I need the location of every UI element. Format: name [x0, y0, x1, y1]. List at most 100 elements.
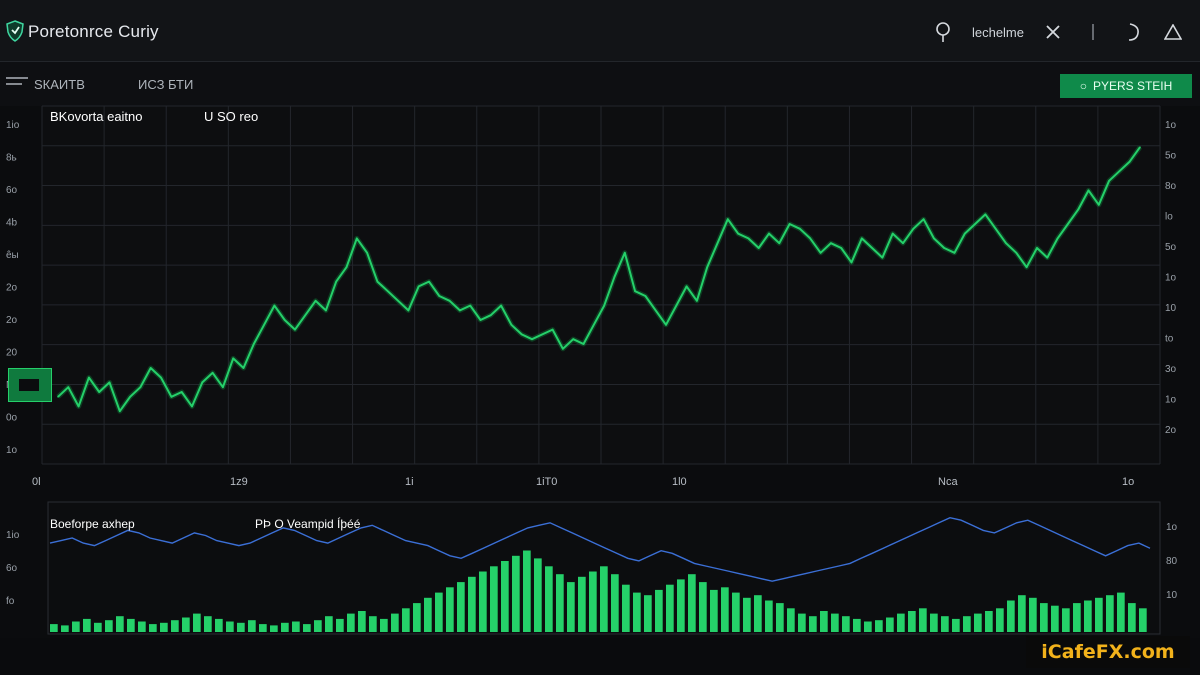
volume-bar	[226, 621, 234, 632]
x-tick-label: 0l	[32, 476, 41, 488]
volume-bar	[963, 616, 971, 632]
price-point	[1046, 256, 1049, 259]
y-tick-label-left: 4b	[6, 218, 18, 229]
volume-bar	[523, 550, 531, 632]
vol-y-tick-label-left: fo	[6, 596, 15, 607]
volume-bar	[105, 620, 113, 632]
volume-bar	[325, 616, 333, 632]
volume-bar	[534, 558, 542, 632]
y-tick-label-left: êы	[6, 250, 19, 261]
price-line	[57, 146, 1141, 413]
primary-action-button[interactable]: ○ PYERS STEIH	[1060, 74, 1192, 98]
price-point	[232, 357, 234, 360]
y-tick-label-right: 1o	[1165, 395, 1177, 406]
volume-bar	[446, 587, 454, 632]
price-point	[314, 300, 317, 302]
volume-bar	[930, 613, 938, 632]
moon-icon[interactable]	[1122, 21, 1144, 43]
price-point	[180, 391, 183, 393]
price-point	[572, 338, 575, 341]
volume-bar	[215, 618, 223, 632]
volume-bar	[721, 587, 729, 632]
volume-chart-subtitle: PÞ O Veampid Íþéé	[255, 517, 361, 531]
price-point	[603, 304, 605, 307]
volume-bar	[567, 582, 575, 632]
price-point	[376, 280, 379, 283]
volume-bar	[413, 603, 421, 632]
price-point	[500, 304, 502, 307]
volume-bar	[1018, 595, 1026, 632]
price-point	[98, 391, 101, 393]
price-point	[428, 280, 430, 283]
subnav-item-1[interactable]: SКАИТВ	[34, 77, 85, 92]
volume-bar	[765, 600, 773, 632]
price-point	[964, 232, 966, 235]
volume-bar	[1117, 592, 1125, 632]
volume-bar	[160, 622, 168, 632]
location-pin-icon[interactable]	[932, 21, 954, 43]
price-point	[644, 295, 647, 297]
y-tick-label-right: 8o	[1165, 181, 1177, 192]
y-tick-label-right: 5o	[1165, 242, 1177, 253]
volume-bar	[875, 620, 883, 632]
price-point	[850, 261, 853, 264]
price-point	[490, 314, 492, 317]
price-point	[974, 223, 976, 225]
volume-bar	[127, 618, 135, 632]
subnav-item-2[interactable]: ИСЗ БТИ	[138, 77, 193, 92]
price-point	[593, 324, 595, 326]
price-point	[459, 309, 461, 312]
price-point	[1118, 170, 1121, 172]
y-tick-label-left: 2o	[6, 283, 18, 294]
price-point	[1087, 189, 1090, 192]
volume-bar	[655, 589, 663, 632]
menu-lines-icon[interactable]	[6, 76, 28, 86]
price-chart-title: BKovorta eaitno	[50, 109, 143, 124]
price-point	[551, 328, 554, 331]
close-icon[interactable]	[1042, 21, 1064, 43]
price-chart-subtitle: U SO reo	[204, 109, 259, 124]
price-point	[88, 376, 90, 379]
vol-y-tick-label-left: 1io	[6, 530, 20, 541]
primary-action-label: PYERS STEIH	[1092, 79, 1173, 93]
price-point	[696, 300, 698, 302]
price-point	[1036, 247, 1038, 249]
price-chart-ticks: 1io8ь6o4bêы2o2o20Ño0o1o1o5o8olo5o1o10to3…	[6, 120, 1177, 488]
price-point	[819, 252, 822, 254]
volume-bar	[270, 625, 278, 632]
volume-bar	[1095, 597, 1103, 632]
volume-bar	[347, 613, 355, 632]
price-point	[757, 247, 760, 249]
price-point	[654, 309, 657, 312]
price-point	[201, 381, 204, 384]
separator-icon	[1082, 21, 1104, 43]
price-point	[1108, 180, 1110, 182]
volume-bar	[281, 622, 289, 632]
volume-bar	[61, 625, 69, 632]
y-tick-label-right: lo	[1165, 212, 1173, 223]
price-point	[1097, 204, 1100, 206]
price-point	[830, 242, 832, 244]
price-point	[768, 232, 770, 235]
price-point	[613, 276, 616, 278]
price-point	[149, 367, 152, 369]
vol-y-tick-label-right: 1o	[1166, 522, 1178, 533]
app-title: Poretonrce Curiy	[28, 22, 159, 41]
price-point	[675, 304, 678, 307]
bottom-bar	[0, 638, 1200, 675]
volume-bar	[919, 608, 927, 632]
volume-bar	[50, 624, 58, 632]
volume-bar	[314, 620, 322, 632]
y-tick-label-left: 1o	[6, 445, 18, 456]
alert-triangle-icon[interactable]	[1162, 21, 1184, 43]
volume-bar	[589, 571, 597, 632]
volume-bar	[556, 574, 564, 632]
volume-bar	[303, 624, 311, 632]
header-label[interactable]: lechelme	[972, 25, 1024, 40]
price-point	[891, 232, 894, 235]
side-indicator-box[interactable]	[8, 368, 52, 402]
price-point	[191, 405, 193, 408]
volume-bar	[886, 617, 894, 632]
volume-bar	[259, 624, 267, 632]
volume-bar	[1084, 600, 1092, 632]
